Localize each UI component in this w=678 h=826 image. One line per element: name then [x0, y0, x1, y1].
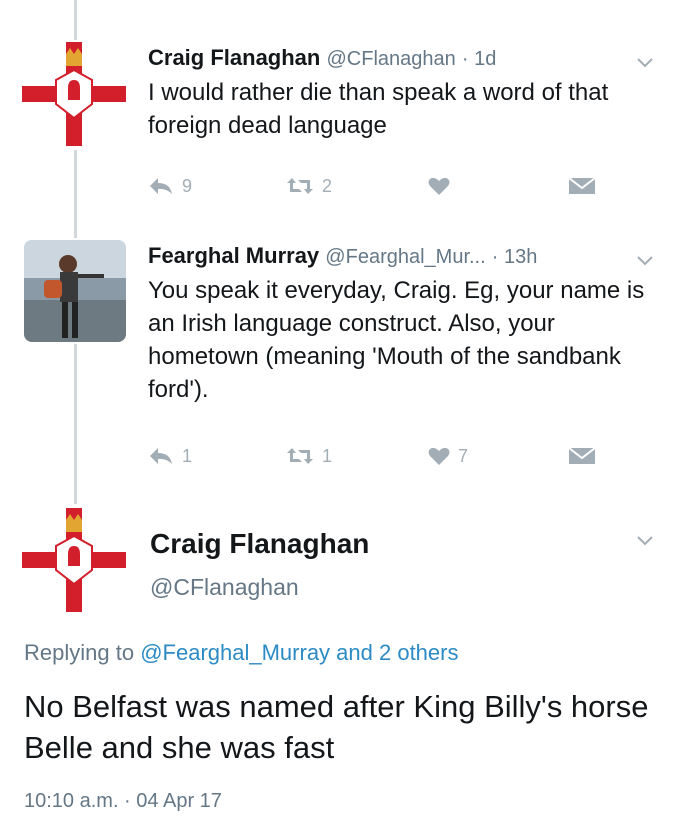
tweet-time[interactable]: · 13h: [492, 246, 538, 268]
chevron-down-icon[interactable]: [636, 246, 654, 274]
tweet-text: You speak it everyday, Craig. Eg, your n…: [148, 277, 645, 403]
avatar[interactable]: [22, 42, 126, 146]
northern-ireland-flag-icon: [22, 42, 126, 146]
tweet-2-actions: 1 1 7: [148, 442, 628, 470]
like-count: 7: [458, 445, 469, 466]
tweet-timestamp[interactable]: 10:10 a.m. · 04 Apr 17: [24, 790, 222, 813]
tweet-time[interactable]: · 1d: [462, 48, 496, 70]
retweet-count: 2: [322, 175, 333, 196]
chevron-down-icon[interactable]: [636, 534, 654, 552]
heart-icon: [428, 447, 450, 465]
envelope-icon: [568, 177, 596, 194]
author-name[interactable]: Fearghal Murray: [148, 243, 319, 268]
focused-author-name[interactable]: Craig Flanaghan: [150, 528, 369, 560]
direct-message-button[interactable]: [568, 176, 596, 196]
thread-line-top: [74, 0, 77, 40]
focused-tweet-text: No Belfast was named after King Billy's …: [24, 689, 649, 765]
author-handle[interactable]: @Fearghal_Mur...: [325, 246, 485, 268]
tweet-text: I would rather die than speak a word of …: [148, 79, 609, 139]
reply-icon: [150, 448, 172, 464]
retweet-icon: [287, 178, 313, 194]
author-handle[interactable]: @CFlanaghan: [326, 48, 455, 70]
author-name[interactable]: Craig Flanaghan: [148, 45, 320, 70]
reply-count: 9: [182, 175, 193, 196]
avatar[interactable]: [24, 240, 126, 342]
chevron-down-icon[interactable]: [636, 48, 654, 76]
replying-prefix: Replying to: [24, 640, 135, 665]
heart-icon: [428, 177, 450, 195]
retweet-button[interactable]: 1: [286, 446, 332, 467]
direct-message-button[interactable]: [568, 446, 596, 466]
envelope-icon: [568, 447, 596, 464]
replying-to-link[interactable]: @Fearghal_Murray and 2 others: [140, 640, 458, 665]
reply-icon: [150, 178, 172, 194]
reply-button[interactable]: 1: [148, 446, 192, 467]
tweet-1-actions: 9 2: [148, 172, 628, 200]
focused-author-handle[interactable]: @CFlanaghan: [150, 574, 299, 601]
reply-button[interactable]: 9: [148, 176, 192, 197]
like-button[interactable]: 7: [428, 446, 468, 467]
reply-count: 1: [182, 445, 193, 466]
like-button[interactable]: [428, 176, 458, 196]
thread-line-bottom: [74, 344, 77, 504]
tweet-2[interactable]: Fearghal Murray @Fearghal_Mur... · 13h Y…: [148, 242, 654, 406]
profile-photo: [24, 240, 126, 342]
avatar[interactable]: [22, 508, 126, 612]
northern-ireland-flag-icon: [22, 508, 126, 612]
retweet-button[interactable]: 2: [286, 176, 332, 197]
replying-to: Replying to @Fearghal_Murray and 2 other…: [24, 640, 458, 666]
tweet-1[interactable]: Craig Flanaghan @CFlanaghan · 1d I would…: [148, 44, 654, 142]
retweet-count: 1: [322, 445, 333, 466]
retweet-icon: [287, 448, 313, 464]
thread-line-middle: [74, 150, 77, 238]
